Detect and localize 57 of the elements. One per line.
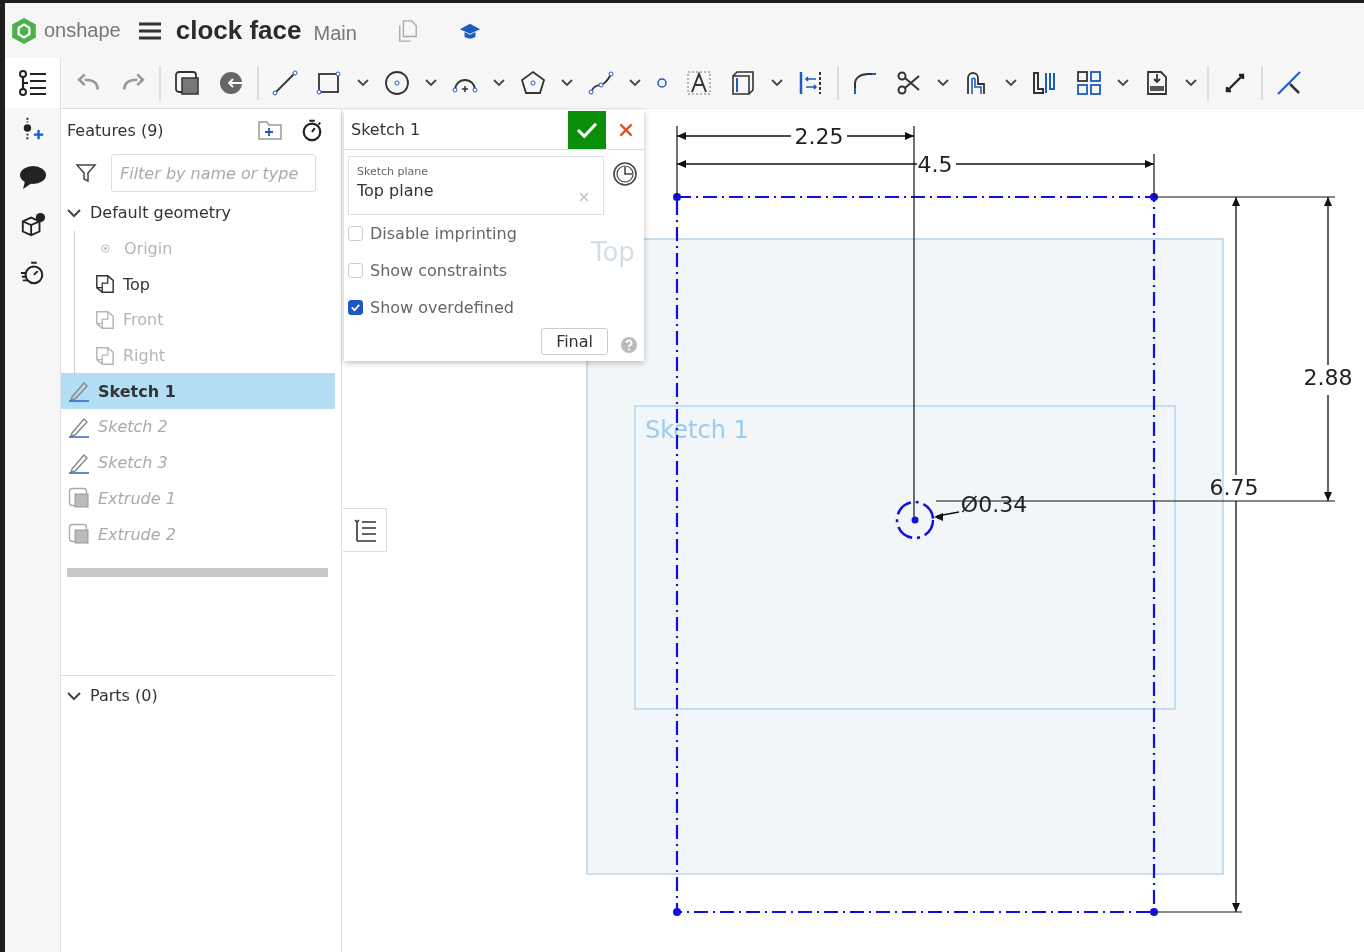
tree-group-row[interactable]: Default geometry bbox=[61, 195, 341, 231]
caret-icon[interactable] bbox=[627, 79, 643, 87]
final-button[interactable]: Final bbox=[541, 328, 608, 355]
caret-icon[interactable] bbox=[491, 79, 507, 87]
sketch-plane-field[interactable]: Sketch plane Top plane bbox=[348, 156, 604, 215]
plane-icon bbox=[95, 309, 115, 330]
extrude-icon bbox=[68, 487, 90, 510]
caret-icon[interactable] bbox=[355, 79, 371, 87]
comment-icon[interactable] bbox=[18, 164, 47, 190]
caret-icon[interactable] bbox=[1003, 79, 1019, 87]
logo-text: onshape bbox=[44, 19, 121, 42]
add-folder-icon[interactable] bbox=[257, 118, 283, 142]
feature-item[interactable]: Sketch 1 bbox=[61, 373, 335, 410]
feature-list-icon[interactable] bbox=[18, 70, 47, 96]
dimension-line[interactable] bbox=[934, 511, 960, 521]
dimension-value[interactable]: 6.75 bbox=[1209, 475, 1259, 500]
plane-icon bbox=[95, 274, 115, 295]
dimension-value[interactable]: 4.5 bbox=[917, 152, 953, 177]
logo-icon bbox=[11, 16, 37, 45]
caret-icon[interactable] bbox=[935, 79, 951, 87]
checkbox-label[interactable]: Disable imprinting bbox=[370, 224, 517, 243]
circle-sketch bbox=[895, 500, 935, 540]
sketch-label: Sketch 1 bbox=[645, 416, 749, 444]
extrude-icon bbox=[68, 523, 90, 546]
plane-icon bbox=[95, 345, 115, 366]
checkbox-label[interactable]: Show overdefined bbox=[370, 298, 514, 317]
caret-icon[interactable] bbox=[559, 79, 575, 87]
caret-icon[interactable] bbox=[769, 79, 785, 87]
accept-button[interactable] bbox=[568, 110, 606, 149]
close-icon[interactable] bbox=[618, 121, 634, 138]
caret-icon[interactable] bbox=[1115, 79, 1131, 87]
list-toggle-button[interactable] bbox=[343, 508, 387, 552]
clock-icon[interactable] bbox=[612, 160, 638, 187]
caret-icon[interactable] bbox=[1183, 79, 1199, 87]
dialog-title: Sketch 1 bbox=[351, 120, 422, 139]
menu-icon[interactable] bbox=[138, 20, 161, 41]
branch-label[interactable]: Main bbox=[313, 22, 357, 45]
dimension-value[interactable]: Ø0.34 bbox=[960, 492, 1028, 517]
checkmark-icon bbox=[576, 120, 598, 139]
parts-section-header[interactable]: Parts (0) bbox=[61, 675, 341, 716]
scrollbar[interactable] bbox=[67, 567, 328, 577]
filter-icon[interactable] bbox=[75, 162, 97, 184]
origin-point-icon bbox=[100, 243, 111, 255]
checkbox[interactable] bbox=[348, 300, 363, 315]
checkmark-icon bbox=[350, 302, 361, 313]
filter-field[interactable]: Filter by name or type bbox=[111, 154, 316, 192]
pencil-icon bbox=[68, 380, 90, 403]
geometry-item[interactable]: Top bbox=[75, 266, 341, 303]
features-title: Features (9) bbox=[67, 120, 165, 140]
document-title[interactable]: clock face bbox=[175, 15, 302, 46]
checkbox-label[interactable]: Show constraints bbox=[370, 261, 508, 280]
pencil-icon bbox=[68, 415, 90, 438]
dimension-value[interactable]: 2.88 bbox=[1303, 365, 1353, 390]
list-icon bbox=[351, 517, 378, 543]
caret-icon[interactable] bbox=[423, 79, 439, 87]
dimension-value[interactable]: 2.25 bbox=[794, 124, 844, 149]
pencil-icon bbox=[68, 451, 90, 474]
